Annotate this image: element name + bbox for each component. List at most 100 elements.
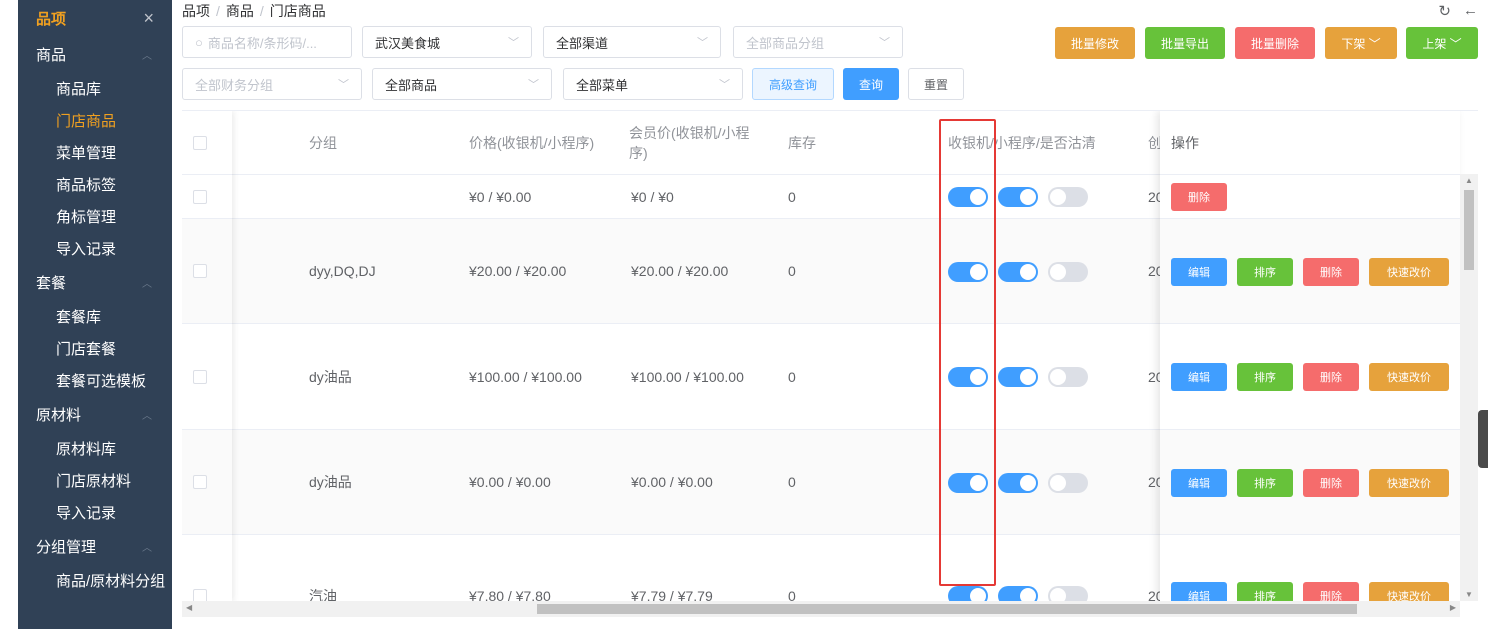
- header-member-price: 会员价(收银机/小程序): [629, 125, 750, 161]
- store-select[interactable]: 武汉美食城 ﹀: [362, 26, 532, 58]
- back-arrow-icon[interactable]: ←: [1463, 2, 1478, 20]
- cell-created: 20: [1148, 474, 1160, 490]
- cell-stock: 0: [788, 188, 796, 205]
- sidebar-group-goods[interactable]: 商品 ︿: [18, 36, 172, 72]
- cell-price: ¥0 / ¥0.00: [469, 188, 532, 205]
- header-stock: 库存: [788, 135, 816, 151]
- sidebar-item-material-import[interactable]: 导入记录: [18, 496, 172, 528]
- batch-delete-button[interactable]: 批量删除: [1235, 27, 1315, 59]
- side-drawer-handle[interactable]: [1478, 410, 1488, 468]
- search-icon: ○: [195, 34, 203, 50]
- batch-export-button[interactable]: 批量导出: [1145, 27, 1225, 59]
- cell-group: dy油品: [309, 474, 352, 490]
- off-shelf-dropdown[interactable]: 下架 ﹀: [1325, 27, 1397, 59]
- sidebar-item-import-records[interactable]: 导入记录: [18, 232, 172, 264]
- chevron-up-icon: ︿: [142, 50, 152, 62]
- close-icon[interactable]: ×: [143, 8, 154, 29]
- scroll-down-arrow-icon[interactable]: ▼: [1465, 590, 1473, 599]
- chevron-down-icon: ﹀: [508, 37, 519, 49]
- sidebar-group-category-manage[interactable]: 分组管理 ︿: [18, 528, 172, 564]
- refresh-icon[interactable]: ↻: [1438, 2, 1451, 20]
- sidebar-item-store-materials[interactable]: 门店原材料: [18, 464, 172, 496]
- finance-group-select[interactable]: 全部财务分组 ﹀: [182, 68, 362, 100]
- pos-toggle[interactable]: [948, 586, 988, 601]
- menu-select[interactable]: 全部菜单 ﹀: [563, 68, 743, 100]
- header-price: 价格(收银机/小程序): [469, 135, 595, 151]
- top-icons: ↻ ←: [1438, 2, 1478, 20]
- operations-column-shadow: [1160, 111, 1460, 601]
- sidebar-item-corner-marks[interactable]: 角标管理: [18, 200, 172, 232]
- sidebar-item-combo-library[interactable]: 套餐库: [18, 300, 172, 332]
- sidebar-item-store-goods[interactable]: 门店商品: [18, 104, 172, 136]
- header-group: 分组: [309, 135, 337, 151]
- advanced-query-button[interactable]: 高级查询: [752, 68, 834, 100]
- sold-out-toggle[interactable]: [1048, 472, 1088, 493]
- reset-button[interactable]: 重置: [908, 68, 964, 100]
- miniapp-toggle[interactable]: [998, 261, 1038, 282]
- sold-out-toggle[interactable]: [1048, 261, 1088, 282]
- cell-group: dyy,DQ,DJ: [309, 263, 376, 279]
- vertical-scrollbar[interactable]: ▲ ▼: [1460, 174, 1478, 601]
- sidebar: 品项 × 商品 ︿ 商品库 门店商品 菜单管理 商品标签 角标管理 导入记录 套餐…: [18, 0, 172, 629]
- cell-stock: 0: [788, 474, 796, 490]
- vertical-scroll-thumb[interactable]: [1464, 190, 1474, 270]
- miniapp-toggle[interactable]: [998, 367, 1038, 387]
- sold-out-toggle[interactable]: [1048, 586, 1088, 601]
- chevron-down-icon: ﹀: [697, 37, 708, 49]
- chevron-up-icon: ︿: [142, 542, 152, 554]
- search-input[interactable]: ○ 商品名称/条形码/...: [182, 26, 352, 58]
- fixed-column-shadow: [182, 111, 232, 601]
- sidebar-item-goods-library[interactable]: 商品库: [18, 72, 172, 104]
- sidebar-item-goods-material-group[interactable]: 商品/原材料分组: [18, 564, 172, 596]
- scroll-left-arrow-icon[interactable]: ◀: [186, 603, 192, 612]
- breadcrumb-item[interactable]: 品项: [182, 3, 210, 19]
- cell-stock: 0: [788, 587, 796, 602]
- highlight-annotation-box: [939, 119, 996, 586]
- sidebar-item-goods-tags[interactable]: 商品标签: [18, 168, 172, 200]
- sold-out-toggle[interactable]: [1048, 187, 1088, 207]
- cell-created: 20: [1148, 587, 1160, 602]
- sidebar-item-combo-template[interactable]: 套餐可选模板: [18, 364, 172, 396]
- product-select[interactable]: 全部商品 ﹀: [372, 68, 552, 100]
- breadcrumb-item[interactable]: 商品: [226, 3, 254, 19]
- sidebar-group-combo[interactable]: 套餐 ︿: [18, 264, 172, 300]
- sold-out-toggle[interactable]: [1048, 367, 1088, 387]
- sidebar-item-material-library[interactable]: 原材料库: [18, 432, 172, 464]
- cell-created: 20: [1148, 368, 1160, 385]
- miniapp-toggle[interactable]: [998, 586, 1038, 601]
- cell-group: 汽油: [309, 587, 337, 602]
- cell-price: ¥7.80 / ¥7.80: [469, 587, 551, 602]
- channel-select[interactable]: 全部渠道 ﹀: [543, 26, 721, 58]
- sidebar-title: 品项: [36, 10, 67, 28]
- cell-stock: 0: [788, 368, 796, 385]
- sidebar-item-menu-manage[interactable]: 菜单管理: [18, 136, 172, 168]
- horizontal-scrollbar[interactable]: ◀ ▶: [182, 601, 1460, 617]
- sidebar-item-store-combo[interactable]: 门店套餐: [18, 332, 172, 364]
- cell-member-price: ¥0.00 / ¥0.00: [631, 474, 713, 490]
- miniapp-toggle[interactable]: [998, 472, 1038, 493]
- query-button[interactable]: 查询: [843, 68, 899, 100]
- horizontal-scroll-thumb[interactable]: [537, 604, 1357, 614]
- left-edge: [0, 0, 18, 629]
- header-created: 创: [1148, 111, 1160, 175]
- cell-member-price: ¥20.00 / ¥20.00: [631, 263, 729, 279]
- cell-member-price: ¥0 / ¥0: [631, 188, 674, 205]
- miniapp-toggle[interactable]: [998, 187, 1038, 207]
- on-shelf-dropdown[interactable]: 上架 ﹀: [1406, 27, 1478, 59]
- sidebar-group-materials[interactable]: 原材料 ︿: [18, 396, 172, 432]
- category-select[interactable]: 全部商品分组 ﹀: [733, 26, 903, 58]
- cell-member-price: ¥100.00 / ¥100.00: [631, 368, 744, 385]
- cell-price: ¥100.00 / ¥100.00: [469, 368, 582, 385]
- cell-group: dy油品: [309, 368, 352, 385]
- chevron-down-icon: ﹀: [528, 79, 539, 91]
- batch-edit-button[interactable]: 批量修改: [1055, 27, 1135, 59]
- cell-created: 20: [1148, 263, 1160, 279]
- cell-member-price: ¥7.79 / ¥7.79: [631, 587, 713, 602]
- scroll-right-arrow-icon[interactable]: ▶: [1450, 603, 1456, 612]
- chevron-down-icon: ﹀: [338, 79, 349, 91]
- cell-stock: 0: [788, 263, 796, 279]
- cell-price: ¥0.00 / ¥0.00: [469, 474, 551, 490]
- cell-price: ¥20.00 / ¥20.00: [469, 263, 567, 279]
- scroll-up-arrow-icon[interactable]: ▲: [1465, 176, 1473, 185]
- goods-table: 分组 价格(收银机/小程序) 会员价(收银机/小程序) 库存 收银机/小程序/是…: [182, 110, 1478, 601]
